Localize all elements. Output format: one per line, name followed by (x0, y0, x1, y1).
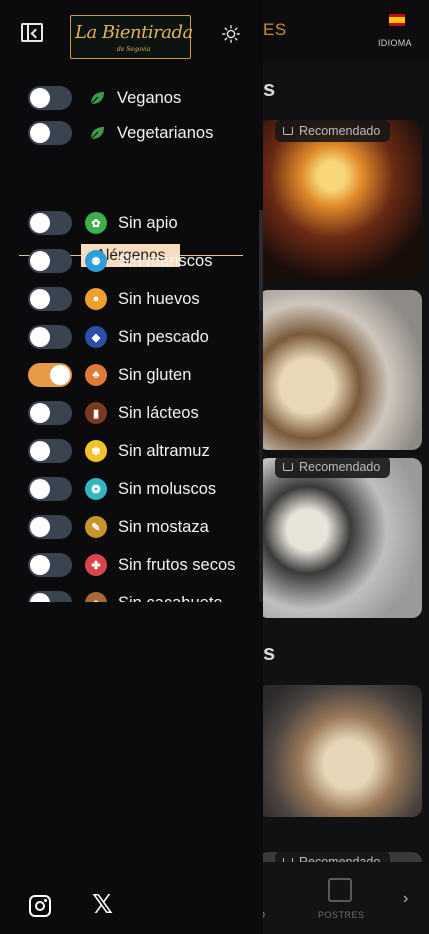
toggle-knob (30, 403, 50, 423)
mollusc-icon: ❂ (85, 478, 107, 500)
toggle-knob (30, 123, 50, 143)
section-title: s (263, 76, 276, 101)
toggle-knob (30, 517, 50, 537)
peanut-icon: ● (85, 592, 107, 602)
toggle-switch[interactable] (28, 591, 72, 602)
allergen-filter-row[interactable]: ● Sin huevos (0, 284, 263, 314)
allergen-filter-row[interactable]: ❂ Sin moluscos (0, 474, 263, 504)
spain-flag-icon[interactable] (389, 14, 405, 26)
allergen-filter-label: Sin apio (118, 213, 178, 232)
toggle-switch[interactable] (28, 401, 72, 425)
theme-toggle-sun-icon[interactable] (222, 25, 240, 43)
allergen-filter-label: Sin pescado (118, 327, 209, 346)
mustard-icon: ✎ (85, 516, 107, 538)
egg-icon: ● (85, 288, 107, 310)
dish-card[interactable] (258, 290, 422, 450)
logo-subtitle: de Segovia (117, 46, 151, 53)
toggle-switch[interactable] (28, 325, 72, 349)
section-title: s (263, 640, 276, 665)
milk-icon: ▮ (85, 402, 107, 424)
logo-text: La Bientirada (75, 22, 193, 43)
chef-hat-icon (283, 127, 293, 135)
filter-list[interactable]: Veganos Vegetarianos Alérgenos ✿ Sin apio ✺… (0, 78, 263, 602)
allergen-filter-row[interactable]: ✽ Sin altramuz (0, 436, 263, 466)
social-links: 𝕏 (0, 884, 263, 928)
leaf-icon (90, 127, 104, 140)
drawer-header: La Bientirada de Segovia (0, 0, 263, 70)
scrollbar-thumb[interactable] (259, 210, 263, 310)
diet-filter-label: Vegetarianos (117, 123, 214, 142)
instagram-icon[interactable] (29, 895, 51, 917)
app-root: ES IDIOMA s Recomendado Recomendado s Re… (0, 0, 429, 934)
allergen-filter-label: Sin moluscos (118, 479, 217, 498)
allergen-filter-row[interactable]: ◆ Sin pescado (0, 322, 263, 352)
toggle-knob (30, 213, 50, 233)
allergen-filter-row[interactable]: ✺ Sin mariscos (0, 246, 263, 276)
nuts-icon: ✤ (85, 554, 107, 576)
close-sidebar-icon[interactable] (21, 23, 43, 42)
allergen-filter-label: Sin huevos (118, 289, 200, 308)
dish-card[interactable] (258, 458, 422, 618)
allergen-filter-row[interactable]: ▮ Sin lácteos (0, 398, 263, 428)
chef-hat-icon (283, 463, 293, 471)
toggle-switch[interactable] (28, 86, 72, 110)
diet-filter-label: Veganos (117, 88, 182, 107)
allergen-filter-row[interactable]: ♣ Sin gluten (0, 360, 263, 390)
allergen-filter-label: Sin cacahuete (118, 594, 223, 603)
toggle-knob (30, 441, 50, 461)
dish-card[interactable] (258, 685, 422, 817)
toggle-switch[interactable] (28, 515, 72, 539)
allergen-filter-row[interactable]: ✿ Sin apio (0, 208, 263, 238)
x-twitter-icon[interactable]: 𝕏 (92, 892, 113, 918)
recommended-label: Recomendado (299, 460, 381, 474)
lupin-icon: ✽ (85, 440, 107, 462)
allergen-filter-row[interactable]: ✤ Sin frutos secos (0, 550, 263, 580)
allergen-filter-row[interactable]: ✎ Sin mostaza (0, 512, 263, 542)
crustacean-icon: ✺ (85, 250, 107, 272)
toggle-switch[interactable] (28, 211, 72, 235)
diet-filter-row[interactable]: Veganos (0, 83, 263, 113)
toggle-knob (50, 365, 70, 385)
recommended-badge: Recomendado (275, 456, 391, 478)
category-tab-label[interactable]: ES (263, 20, 287, 40)
recommended-label: Recomendado (299, 124, 381, 138)
chevron-right-icon[interactable]: › (403, 890, 408, 908)
logo[interactable]: La Bientirada de Segovia (70, 15, 193, 59)
allergen-filter-row[interactable]: ● Sin cacahuete (0, 588, 263, 602)
allergen-filter-label: Sin altramuz (118, 441, 210, 460)
allergen-filter-label: Sin mariscos (118, 251, 213, 270)
cake-icon[interactable] (328, 878, 352, 902)
toggle-knob (30, 555, 50, 575)
toggle-switch[interactable] (28, 553, 72, 577)
dish-card[interactable] (258, 120, 422, 280)
celery-icon: ✿ (85, 212, 107, 234)
leaf-icon (90, 92, 104, 105)
toggle-switch[interactable] (28, 477, 72, 501)
allergen-filter-label: Sin frutos secos (118, 555, 236, 574)
toggle-knob (30, 289, 50, 309)
toggle-switch[interactable] (28, 287, 72, 311)
fish-icon: ◆ (85, 326, 107, 348)
recommended-badge: Recomendado (275, 120, 391, 142)
toggle-switch[interactable] (28, 439, 72, 463)
allergen-filter-label: Sin mostaza (118, 517, 209, 536)
toggle-switch[interactable] (28, 249, 72, 273)
gluten-icon: ♣ (85, 364, 107, 386)
filter-drawer: La Bientirada de Segovia VeganosVegetar (0, 0, 263, 934)
toggle-knob (30, 327, 50, 347)
toggle-knob (30, 88, 50, 108)
toggle-switch[interactable] (28, 121, 72, 145)
toggle-knob (30, 251, 50, 271)
diet-filter-row[interactable]: Vegetarianos (0, 118, 263, 148)
language-label[interactable]: IDIOMA (378, 38, 412, 48)
nav-item-postres[interactable]: POSTRES (318, 910, 365, 920)
toggle-knob (30, 479, 50, 499)
allergen-filter-label: Sin gluten (118, 365, 192, 384)
toggle-knob (30, 593, 50, 602)
allergen-filter-label: Sin lácteos (118, 403, 199, 422)
toggle-switch[interactable] (28, 363, 72, 387)
